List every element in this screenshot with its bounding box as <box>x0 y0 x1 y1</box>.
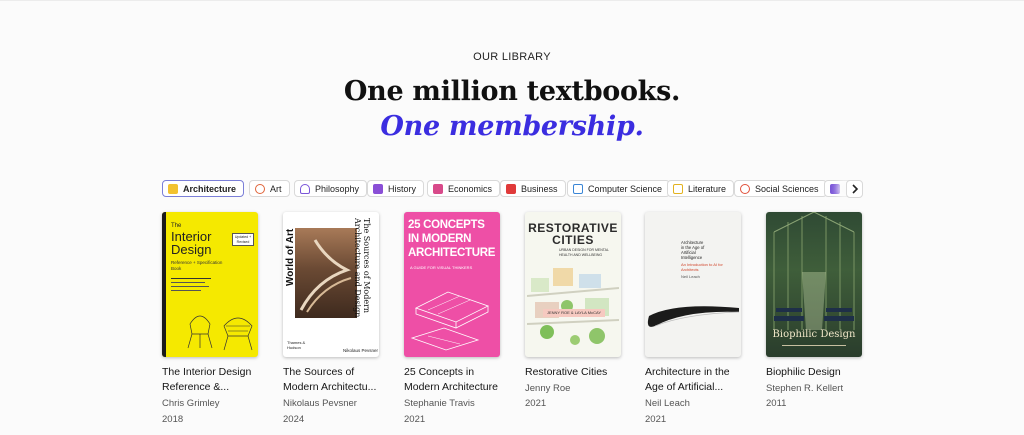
book-year: 2021 <box>525 398 547 409</box>
bust-icon <box>300 183 310 194</box>
chip-label: Economics <box>448 183 493 194</box>
category-chip-computer-science[interactable]: Computer Science <box>567 180 671 197</box>
people-icon <box>740 183 750 194</box>
category-chip-art[interactable]: Art <box>249 180 290 197</box>
city-illustration <box>527 268 619 345</box>
category-chip-social-sciences[interactable]: Social Sciences <box>734 180 827 197</box>
bar-chart-icon <box>506 183 516 194</box>
category-icon <box>830 183 840 194</box>
chip-label: Philosophy <box>315 183 360 194</box>
category-chip-history[interactable]: History <box>367 180 425 197</box>
book-icon <box>673 183 683 194</box>
book-author: Neil Leach <box>645 398 690 409</box>
chapel-photo <box>773 212 855 330</box>
chair-illustration <box>187 315 253 351</box>
monitor-icon <box>573 183 583 194</box>
chip-label: Computer Science <box>588 183 663 194</box>
book-cover[interactable]: World of Art The Sources of Modern Archi… <box>283 212 379 357</box>
category-chip-architecture[interactable]: Architecture <box>162 180 245 197</box>
book-year: 2021 <box>645 414 667 425</box>
cover-badge: Updated + Revised <box>232 233 254 246</box>
book-title[interactable]: The Interior Design Reference &... <box>162 365 266 395</box>
category-chip-literature[interactable]: Literature <box>667 180 735 197</box>
chip-label: Architecture <box>183 183 237 194</box>
category-chip-philosophy[interactable]: Philosophy <box>294 180 368 197</box>
book-cover[interactable]: Biophilic Design <box>766 212 862 357</box>
book-cover[interactable]: Architecture in the Age of Artificial In… <box>645 212 741 357</box>
book-author: Nikolaus Pevsner <box>283 398 357 409</box>
book-cover[interactable]: RESTORATIVE CITIES URBAN DESIGN FOR MENT… <box>525 212 621 357</box>
category-filter-bar: Architecture Art Philosophy History Econ… <box>162 180 862 199</box>
book-year: 2018 <box>162 414 184 425</box>
palette-icon <box>255 183 265 194</box>
sculpture-shape <box>647 306 740 327</box>
section-eyebrow: OUR LIBRARY <box>473 51 551 63</box>
category-chip-business[interactable]: Business <box>500 180 566 197</box>
chips-next-button[interactable] <box>846 180 863 198</box>
book-year: 2011 <box>766 398 787 409</box>
book-year: 2024 <box>283 414 305 425</box>
book-year: 2021 <box>404 414 426 425</box>
top-divider <box>0 0 1024 1</box>
trend-chart-icon <box>433 183 443 194</box>
category-chip-economics[interactable]: Economics <box>427 180 501 197</box>
book-title[interactable]: 25 Concepts in Modern Architecture <box>404 365 508 395</box>
building-icon <box>168 183 178 194</box>
chip-label: Art <box>270 183 282 194</box>
headline: One million textbooks. <box>343 76 681 107</box>
chip-label: Social Sciences <box>755 183 819 194</box>
headline-accent: One membership. <box>380 111 644 142</box>
book-author: Stephanie Travis <box>404 398 475 409</box>
chip-label: History <box>388 183 417 194</box>
book-author: Stephen R. Kellert <box>766 383 844 394</box>
book-title[interactable]: Restorative Cities <box>525 365 629 380</box>
book-cover[interactable]: The Interior Design Reference + Specific… <box>162 212 258 357</box>
building-sketch <box>410 291 490 351</box>
book-title[interactable]: The Sources of Modern Architectu... <box>283 365 387 395</box>
chip-label: Business <box>521 183 558 194</box>
chip-label: Literature <box>688 183 727 194</box>
book-title[interactable]: Biophilic Design <box>766 365 870 380</box>
book-author: Jenny Roe <box>525 383 571 394</box>
book-title[interactable]: Architecture in the Age of Artificial... <box>645 365 749 395</box>
scroll-icon <box>373 183 383 194</box>
staircase-photo <box>299 239 352 313</box>
chevron-right-icon <box>851 184 858 194</box>
book-author: Chris Grimley <box>162 398 220 409</box>
book-cover[interactable]: 25 CONCEPTS IN MODERN ARCHITECTURE A GUI… <box>404 212 500 357</box>
